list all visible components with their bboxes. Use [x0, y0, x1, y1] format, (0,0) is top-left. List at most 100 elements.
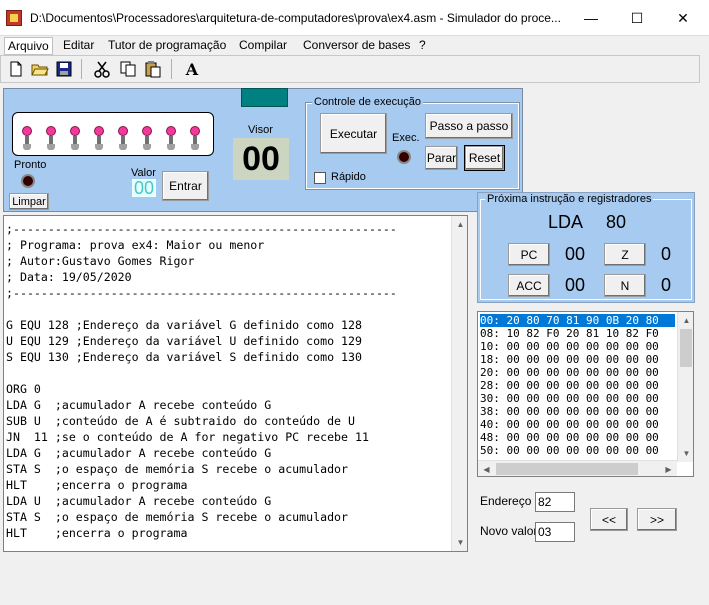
- mem-scroll-up-icon[interactable]: ▲: [678, 312, 695, 329]
- led-bulb-icon: [70, 126, 80, 136]
- led-foot: [191, 144, 199, 150]
- novo-valor-input[interactable]: 03: [535, 522, 575, 542]
- executar-button[interactable]: Executar: [320, 113, 387, 154]
- next-address-button[interactable]: >>: [637, 508, 677, 531]
- code-line: JN 11 ;se o conteúdo de A for negativo P…: [6, 430, 369, 444]
- menu-tutor[interactable]: Tutor de programação: [105, 37, 229, 53]
- menu-arquivo[interactable]: Arquivo: [4, 37, 53, 55]
- memory-row[interactable]: 30: 00 00 00 00 00 00 00 00: [480, 392, 659, 405]
- memory-row[interactable]: 18: 00 00 00 00 00 00 00 00: [480, 353, 659, 366]
- memory-row[interactable]: 08: 10 82 F0 20 81 10 82 F0: [480, 327, 659, 340]
- memory-hscrollbar[interactable]: ◀ ▶: [478, 460, 677, 476]
- teal-indicator: [241, 88, 288, 107]
- acc-value: 00: [565, 275, 586, 295]
- code-line: ; Data: 19/05/2020: [6, 270, 132, 284]
- pronto-indicator: [21, 174, 35, 188]
- editor-scrollbar[interactable]: ▲ ▼: [451, 216, 467, 551]
- mem-scroll-thumb[interactable]: [680, 329, 692, 367]
- execution-group-title: Controle de execução: [312, 96, 424, 108]
- memory-row[interactable]: 48: 00 00 00 00 00 00 00 00: [480, 431, 659, 444]
- limpar-button[interactable]: Limpar: [9, 193, 49, 210]
- memory-row[interactable]: 00: 20 80 70 81 90 0B 20 80: [480, 314, 675, 327]
- maximize-button[interactable]: ☐: [614, 0, 660, 36]
- minimize-button[interactable]: —: [568, 0, 614, 36]
- code-line: HLT ;encerra o programa: [6, 526, 188, 540]
- code-line: ; Autor:Gustavo Gomes Rigor: [6, 254, 195, 268]
- code-line: ;---------------------------------------…: [6, 286, 397, 300]
- app-icon: [6, 10, 22, 26]
- endereco-input[interactable]: 82: [535, 492, 575, 512]
- new-file-icon[interactable]: [5, 58, 27, 80]
- code-line: LDA U ;acumulador A recebe conteúdo G: [6, 494, 272, 508]
- parar-button[interactable]: Parar: [425, 146, 458, 170]
- led-output-box: [12, 112, 214, 156]
- open-folder-icon[interactable]: [29, 58, 51, 80]
- memory-row[interactable]: 10: 00 00 00 00 00 00 00 00: [480, 340, 659, 353]
- mem-hscroll-thumb[interactable]: [496, 463, 638, 475]
- pc-button[interactable]: PC: [508, 243, 550, 266]
- led-bulb-icon: [118, 126, 128, 136]
- n-button[interactable]: N: [604, 274, 646, 297]
- z-value: 0: [661, 244, 672, 264]
- copy-icon[interactable]: [117, 58, 139, 80]
- exec-label: Exec.: [392, 132, 420, 144]
- entrar-button[interactable]: Entrar: [162, 171, 209, 201]
- code-line: STA S ;o espaço de memória S recebe o ac…: [6, 462, 349, 476]
- led-foot: [119, 144, 127, 150]
- code-line: LDA G ;acumulador A recebe conteúdo G: [6, 398, 272, 412]
- scroll-down-icon[interactable]: ▼: [452, 534, 469, 551]
- led-foot: [23, 144, 31, 150]
- led-bulb-icon: [190, 126, 200, 136]
- n-value: 0: [661, 275, 672, 295]
- scroll-up-icon[interactable]: ▲: [452, 216, 469, 233]
- code-line: ORG 0: [6, 382, 41, 396]
- prev-address-button[interactable]: <<: [590, 508, 628, 531]
- close-button[interactable]: ✕: [660, 0, 706, 36]
- font-icon[interactable]: A: [181, 58, 203, 80]
- mem-scroll-left-icon[interactable]: ◀: [478, 461, 495, 478]
- led-foot: [47, 144, 55, 150]
- menu-editar[interactable]: Editar: [60, 37, 97, 53]
- pc-value: 00: [565, 244, 586, 264]
- rapido-label: Rápido: [331, 171, 366, 183]
- memory-row[interactable]: 40: 00 00 00 00 00 00 00 00: [480, 418, 659, 431]
- rapido-checkbox[interactable]: [314, 172, 326, 184]
- save-icon[interactable]: [53, 58, 75, 80]
- code-line: ; Programa: prova ex4: Maior ou menor: [6, 238, 265, 252]
- code-line: S EQU 130 ;Endereço da variável S defini…: [6, 350, 362, 364]
- menu-compilar[interactable]: Compilar: [236, 37, 290, 53]
- z-button[interactable]: Z: [604, 243, 646, 266]
- window-title: D:\Documentos\Processadores\arquitetura-…: [30, 11, 561, 25]
- toolbar-separator: [171, 59, 172, 79]
- memory-row[interactable]: 50: 00 00 00 00 00 00 00 00: [480, 444, 659, 457]
- visor-label: Visor: [248, 124, 273, 136]
- mem-scroll-down-icon[interactable]: ▼: [678, 445, 695, 462]
- code-line: G EQU 128 ;Endereço da variável G defini…: [6, 318, 362, 332]
- passo-a-passo-button[interactable]: Passo a passo: [425, 113, 513, 139]
- code-line: LDA G ;acumulador A recebe conteúdo G: [6, 446, 272, 460]
- valor-display: 00: [132, 177, 156, 198]
- paste-icon[interactable]: [142, 58, 164, 80]
- code-line: U EQU 129 ;Endereço da variável U defini…: [6, 334, 362, 348]
- led-bulb-icon: [46, 126, 56, 136]
- led-bulb-icon: [94, 126, 104, 136]
- reset-button[interactable]: Reset: [464, 145, 505, 171]
- led-foot: [167, 144, 175, 150]
- led-bulb-icon: [22, 126, 32, 136]
- code-line: STA S ;o espaço de memória S recebe o ac…: [6, 510, 349, 524]
- memory-row[interactable]: 38: 00 00 00 00 00 00 00 00: [480, 405, 659, 418]
- code-line: ;---------------------------------------…: [6, 222, 397, 236]
- mem-scroll-right-icon[interactable]: ▶: [660, 461, 677, 478]
- memory-vscrollbar[interactable]: ▲ ▼: [677, 312, 693, 462]
- menu-help[interactable]: ?: [416, 37, 429, 53]
- minimize-icon: —: [584, 10, 598, 26]
- led-bulb-icon: [166, 126, 176, 136]
- memory-row[interactable]: 28: 00 00 00 00 00 00 00 00: [480, 379, 659, 392]
- code-text[interactable]: ;---------------------------------------…: [6, 221, 397, 541]
- menu-bar: Arquivo Editar Tutor de programação Comp…: [0, 36, 709, 55]
- cut-icon[interactable]: [91, 58, 113, 80]
- menu-conversor[interactable]: Conversor de bases: [300, 37, 413, 53]
- acc-button[interactable]: ACC: [508, 274, 550, 297]
- memory-row[interactable]: 20: 00 00 00 00 00 00 00 00: [480, 366, 659, 379]
